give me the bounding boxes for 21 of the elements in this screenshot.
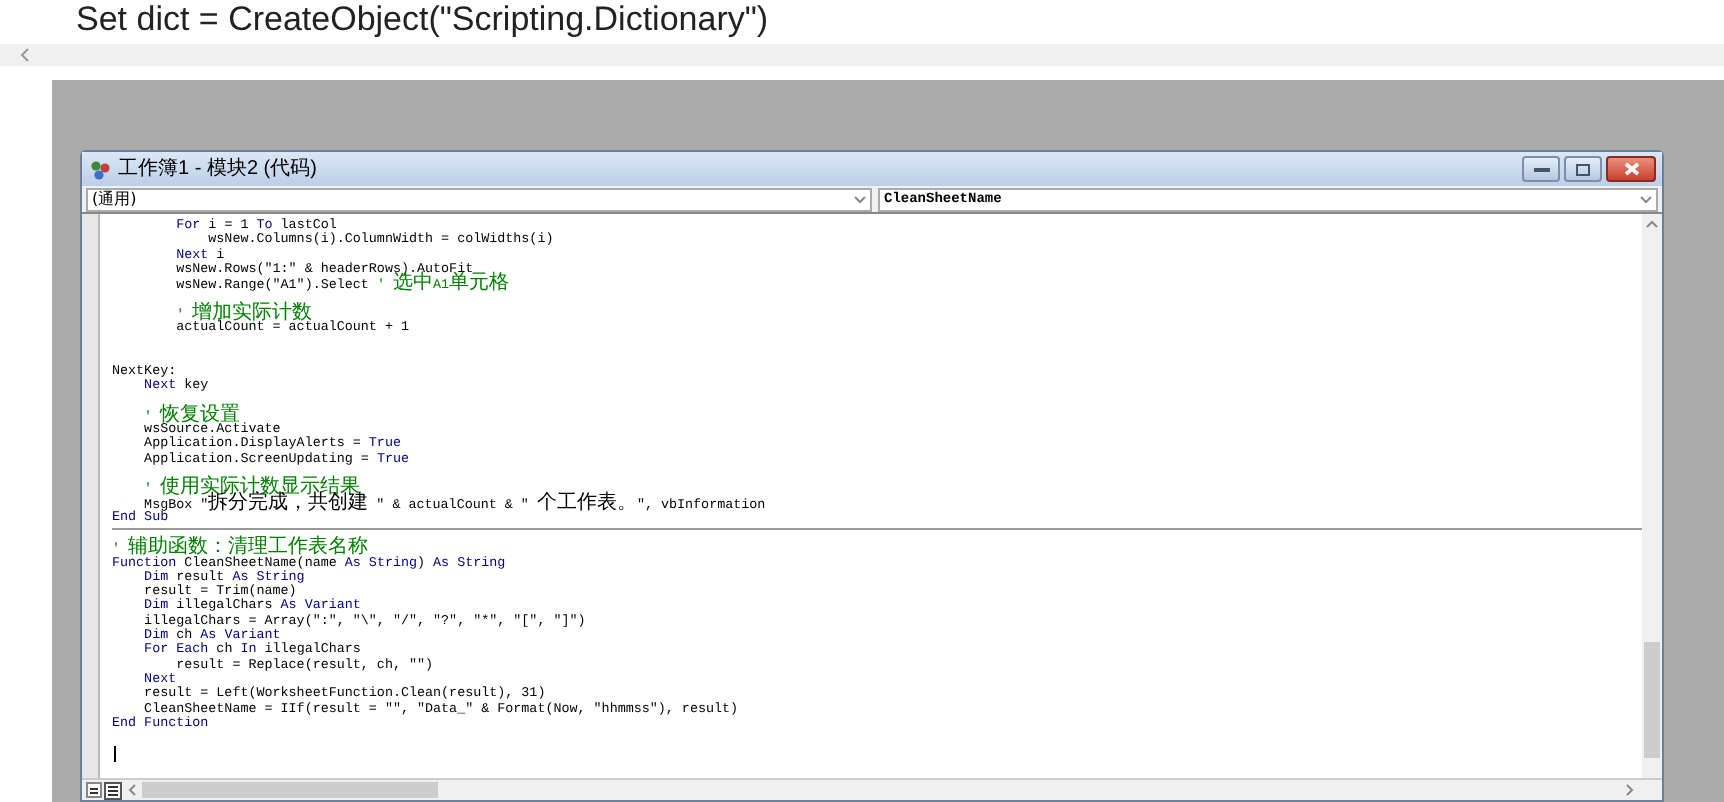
vertical-scrollbar[interactable] <box>1642 214 1662 778</box>
chevron-down-icon <box>1640 195 1652 203</box>
window-title: 工作簿1 - 模块2 (代码) <box>118 157 317 181</box>
module-icon <box>90 159 112 179</box>
object-dropdown[interactable]: (通用) <box>86 187 872 211</box>
code-line: Set dict = CreateObject("Scripting.Dictionary") <box>76 0 769 38</box>
module-view-button[interactable] <box>104 781 122 799</box>
scroll-right-icon[interactable] <box>1626 784 1634 796</box>
chevron-down-icon <box>854 195 866 203</box>
procedure-view-button[interactable] <box>86 782 102 798</box>
scroll-left-icon[interactable] <box>20 48 30 62</box>
horizontal-scrollbar[interactable] <box>0 44 1724 66</box>
close-icon <box>1623 162 1639 176</box>
scroll-up-icon[interactable] <box>1646 220 1658 228</box>
text-cursor <box>114 746 116 763</box>
close-button[interactable] <box>1606 156 1656 182</box>
scroll-left-icon[interactable] <box>128 784 136 796</box>
scrollbar-thumb[interactable] <box>1644 642 1660 758</box>
scrollbar-thumb[interactable] <box>142 782 438 798</box>
minimize-button[interactable] <box>1522 156 1560 182</box>
maximize-button[interactable] <box>1564 156 1602 182</box>
